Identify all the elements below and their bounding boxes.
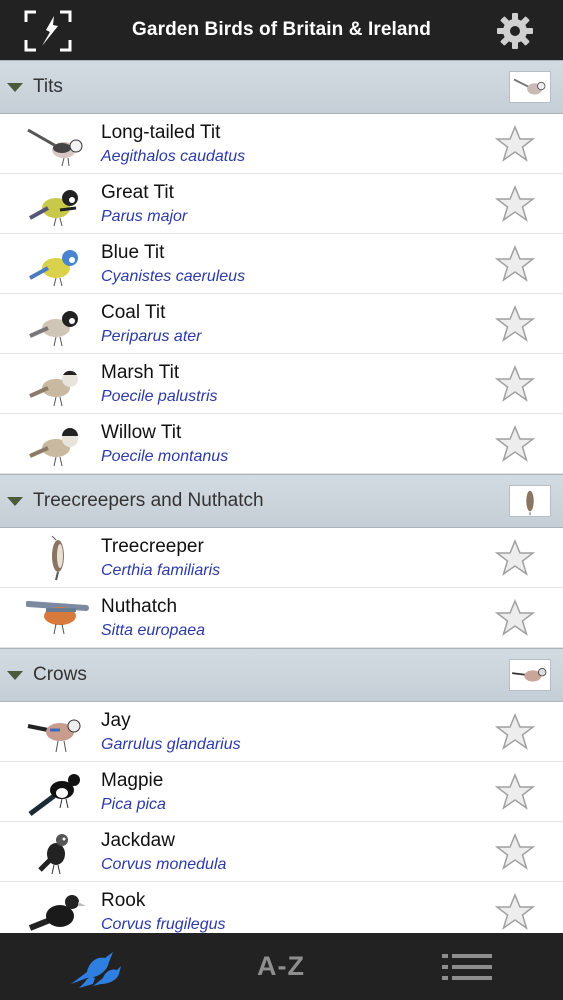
favorite-star-icon[interactable] — [495, 305, 535, 343]
bird-name: Great Tit — [101, 182, 174, 203]
bird-latin-name: Poecile palustris — [101, 388, 218, 405]
favorite-star-icon[interactable] — [495, 773, 535, 811]
favorite-star-icon[interactable] — [495, 365, 535, 403]
jackdaw-image-icon — [38, 834, 68, 875]
favorite-star-icon[interactable] — [495, 185, 535, 223]
section-header-crows[interactable]: Crows — [0, 648, 563, 702]
bird-latin-name: Periparus ater — [101, 328, 202, 345]
settings-gear-icon[interactable] — [495, 11, 535, 51]
bird-group-icon — [71, 951, 121, 988]
favorite-star-icon[interactable] — [495, 245, 535, 283]
bird-latin-name: Pica pica — [101, 796, 166, 813]
bird-latin-name: Certhia familiaris — [101, 562, 221, 579]
list-item[interactable]: Great Tit Parus major — [0, 174, 563, 234]
long-tailed-tit-image-icon — [27, 128, 83, 167]
section-label: Treecreepers and Nuthatch — [33, 490, 264, 511]
bird-name: Nuthatch — [101, 596, 178, 617]
collapse-triangle-icon — [7, 670, 23, 680]
favorite-star-icon[interactable] — [495, 833, 535, 871]
favorite-star-icon[interactable] — [495, 713, 535, 751]
tab-a-z[interactable]: A-Z — [226, 933, 336, 1000]
list-item[interactable]: Blue Tit Cyanistes caeruleus — [0, 234, 563, 294]
section-header-treecreepers-and-nuthatch[interactable]: Treecreepers and Nuthatch — [0, 474, 563, 528]
bird-latin-name: Aegithalos caudatus — [101, 148, 246, 165]
tab-families[interactable] — [40, 933, 150, 1000]
app-title: Garden Birds of Britain & Ireland — [132, 19, 431, 40]
nuthatch-image-icon — [26, 601, 89, 635]
list-icon — [442, 953, 492, 980]
favorite-star-icon[interactable] — [495, 539, 535, 577]
bird-latin-name: Corvus monedula — [101, 856, 227, 873]
bird-name: Rook — [101, 890, 146, 911]
bird-list[interactable]: Tits Long-tailed Tit Aegithalos caudatus… — [0, 60, 563, 933]
rook-image-icon — [28, 895, 86, 931]
bird-latin-name: Sitta europaea — [101, 622, 206, 639]
collapse-triangle-icon — [7, 496, 23, 506]
magpie-image-icon — [28, 774, 80, 816]
bird-name: Jay — [101, 710, 131, 731]
section-header-tits[interactable]: Tits — [0, 60, 563, 114]
bird-name: Long-tailed Tit — [101, 122, 221, 143]
bird-name: Jackdaw — [101, 830, 175, 851]
bird-latin-name: Parus major — [101, 208, 188, 225]
blue-tit-image-icon — [29, 250, 78, 287]
marsh-tit-image-icon — [29, 370, 78, 407]
bird-latin-name: Corvus frugilegus — [101, 916, 226, 933]
favorite-star-icon[interactable] — [495, 125, 535, 163]
section-thumbnail-icon — [509, 71, 551, 103]
section-label: Tits — [33, 76, 63, 97]
favorite-star-icon[interactable] — [495, 425, 535, 463]
list-item[interactable]: Magpie Pica pica — [0, 762, 563, 822]
treecreeper-image-icon — [51, 535, 64, 581]
bottom-tab-bar: A-Z — [0, 933, 563, 1000]
favorite-star-icon[interactable] — [495, 893, 535, 931]
scan-bird-icon[interactable] — [24, 10, 72, 52]
list-item[interactable]: Jay Garrulus glandarius — [0, 702, 563, 762]
bird-name: Treecreeper — [101, 536, 204, 557]
top-bar: Garden Birds of Britain & Ireland — [0, 0, 563, 60]
section-thumbnail-icon — [509, 485, 551, 517]
list-item[interactable]: Willow Tit Poecile montanus — [0, 414, 563, 474]
tab-list[interactable] — [412, 933, 522, 1000]
jay-image-icon — [27, 719, 81, 753]
list-item[interactable]: Jackdaw Corvus monedula — [0, 822, 563, 882]
bird-name: Blue Tit — [101, 242, 165, 263]
bird-latin-name: Cyanistes caeruleus — [101, 268, 246, 285]
bird-name: Marsh Tit — [101, 362, 180, 383]
favorite-star-icon[interactable] — [495, 599, 535, 637]
bird-latin-name: Garrulus glandarius — [101, 736, 241, 753]
willow-tit-image-icon — [29, 428, 78, 467]
list-item[interactable]: Rook Corvus frugilegus — [0, 882, 563, 933]
collapse-triangle-icon — [7, 82, 23, 92]
section-thumbnail-icon — [509, 659, 551, 691]
bird-latin-name: Poecile montanus — [101, 448, 229, 465]
list-item[interactable]: Long-tailed Tit Aegithalos caudatus — [0, 114, 563, 174]
great-tit-image-icon — [29, 190, 78, 227]
list-item[interactable]: Marsh Tit Poecile palustris — [0, 354, 563, 414]
list-item[interactable]: Coal Tit Periparus ater — [0, 294, 563, 354]
bird-name: Coal Tit — [101, 302, 166, 323]
list-item[interactable]: Treecreeper Certhia familiaris — [0, 528, 563, 588]
list-item[interactable]: Nuthatch Sitta europaea — [0, 588, 563, 648]
coal-tit-image-icon — [29, 311, 78, 347]
tab-a-z-label: A-Z — [257, 951, 305, 981]
bird-name: Magpie — [101, 770, 164, 791]
section-label: Crows — [33, 664, 87, 685]
bird-name: Willow Tit — [101, 422, 182, 443]
